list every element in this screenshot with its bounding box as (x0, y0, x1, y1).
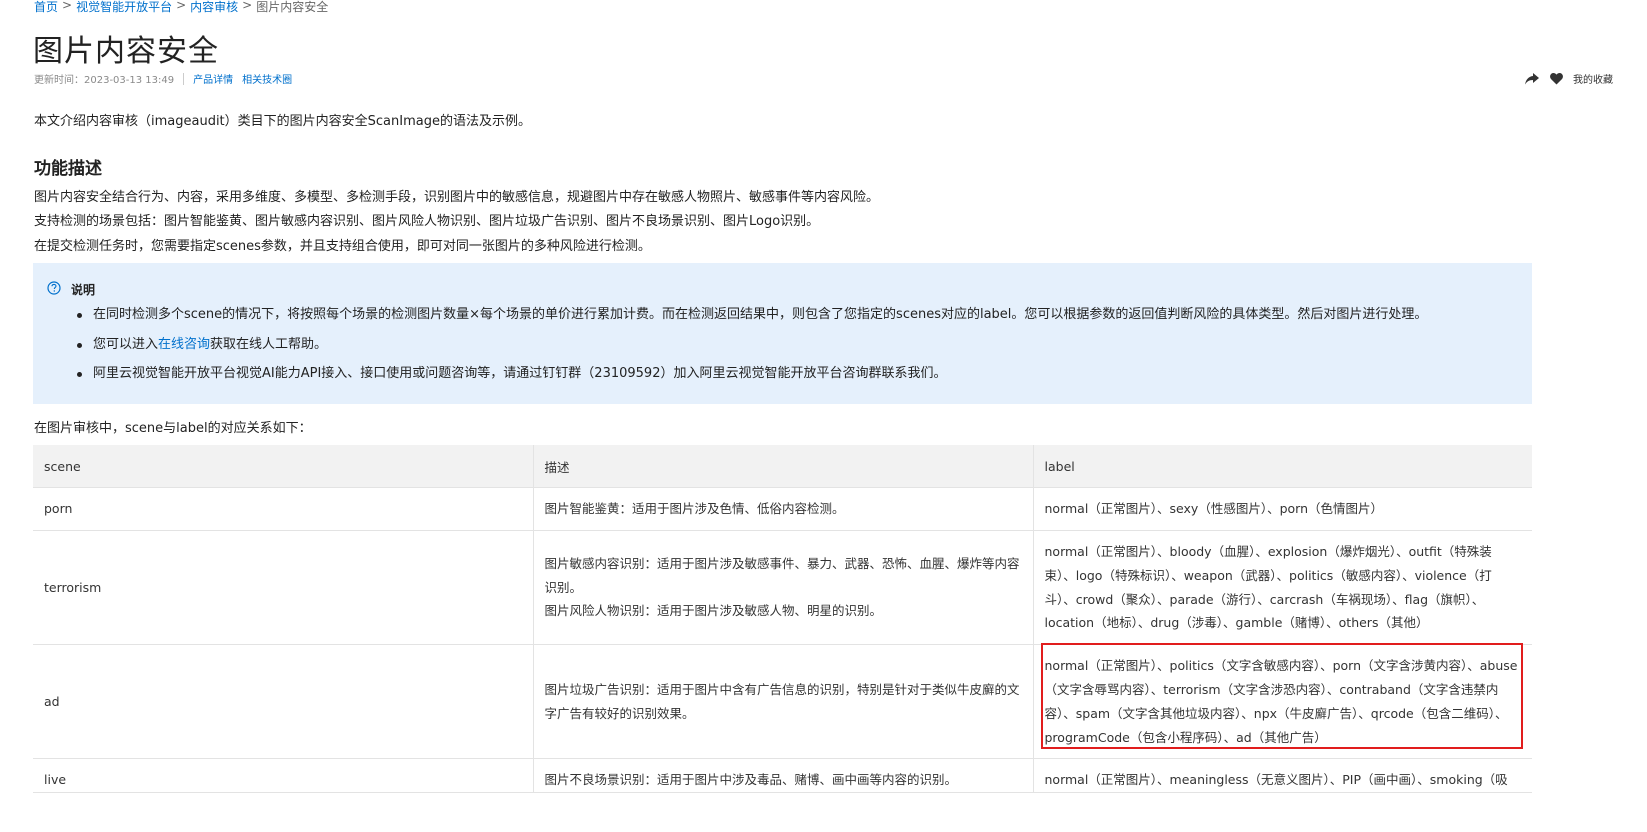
description-text: 图片智能鉴黄：适用于图片涉及色情、低俗内容检测。 (544, 501, 845, 517)
tech-circle-link[interactable]: 相关技术圈 (242, 71, 292, 86)
section-heading: 功能描述 (34, 159, 102, 179)
intro-text: 本文介绍内容审核（imageaudit）类目下的图片内容安全ScanImage的… (34, 114, 531, 129)
help-circle-icon (47, 280, 61, 299)
column-header-scene: scene (33, 445, 533, 488)
page: 首页 > 视觉智能开放平台 > 内容审核 > 图片内容安全 图片内容安全 更新时… (0, 0, 1647, 832)
breadcrumb-separator: > (176, 0, 187, 12)
description-cell: 图片智能鉴黄：适用于图片涉及色情、低俗内容检测。 (532, 487, 1033, 531)
table-row: porn 图片智能鉴黄：适用于图片涉及色情、低俗内容检测。 normal（正常图… (33, 487, 1532, 531)
description-cell: 图片垃圾广告识别：适用于图片中含有广告信息的识别，特别是针对于类似牛皮廯的文字广… (532, 644, 1033, 760)
breadcrumb-separator: > (242, 0, 253, 12)
scene-cell: porn (33, 487, 533, 531)
page-title: 图片内容安全 (33, 34, 219, 69)
heart-icon[interactable] (1549, 72, 1563, 86)
scene-cell: ad (33, 644, 533, 760)
table-header-row: scene 描述 label (33, 445, 1532, 488)
description-text: 图片不良场景识别：适用于图片中涉及毒品、赌博、画中画等内容的识别。 (544, 772, 958, 788)
description-text: 图片垃圾广告识别：适用于图片中含有广告信息的识别，特别是针对于类似牛皮廯的文字广… (544, 681, 1020, 721)
note-item: 您可以进入在线咨询获取在线人工帮助。 (77, 335, 1427, 365)
my-favorites-label[interactable]: 我的收藏 (1573, 71, 1613, 86)
scene-cell: live (33, 758, 533, 794)
breadcrumb-content-audit[interactable]: 内容审核 (190, 0, 238, 15)
note-item-text: 在同时检测多个scene的情况下，将按照每个场景的检测图片数量×每个场景的单价进… (93, 307, 1428, 322)
updated-time: 更新时间：2023-03-13 13:49 (34, 75, 175, 86)
scene-label-table: scene 描述 label porn 图片智能鉴黄：适用于图片涉及色情、低俗内… (33, 445, 1532, 794)
scene-cell: terrorism (33, 530, 533, 646)
description-text: 图片风险人物识别：适用于图片涉及敏感人物、明星的识别。 (544, 603, 883, 619)
product-details-link[interactable]: 产品详情 (193, 71, 233, 86)
meta-divider (183, 72, 185, 85)
table-row: ad 图片垃圾广告识别：适用于图片中含有广告信息的识别，特别是针对于类似牛皮廯的… (33, 644, 1532, 760)
mapping-intro: 在图片审核中，scene与label的对应关系如下： (34, 421, 312, 436)
note-list: 在同时检测多个scene的情况下，将按照每个场景的检测图片数量×每个场景的单价进… (77, 305, 1427, 394)
breadcrumb-platform[interactable]: 视觉智能开放平台 (76, 0, 172, 15)
description-paragraph: 图片内容安全结合行为、内容，采用多维度、多模型、多检测手段，识别图片中的敏感信息… (34, 190, 880, 205)
table-row: live 图片不良场景识别：适用于图片中涉及毒品、赌博、画中画等内容的识别。 n… (33, 758, 1532, 794)
breadcrumb-home[interactable]: 首页 (34, 0, 58, 15)
column-header-label: label (1032, 445, 1532, 488)
label-cell: normal（正常图片）、meaningless（无意义图片）、PIP（画中画）… (1032, 758, 1532, 794)
note-item: 阿里云视觉智能开放平台视觉AI能力API接入、接口使用或问题咨询等，请通过钉钉群… (77, 364, 1427, 394)
column-header-description: 描述 (532, 445, 1033, 488)
note-item: 在同时检测多个scene的情况下，将按照每个场景的检测图片数量×每个场景的单价进… (77, 305, 1427, 335)
share-icon[interactable] (1525, 72, 1539, 86)
breadcrumb-separator: > (62, 0, 73, 12)
label-cell: normal（正常图片）、sexy（性感图片）、porn（色情图片） (1032, 487, 1532, 531)
description-paragraph: 支持检测的场景包括：图片智能鉴黄、图片敏感内容识别、图片风险人物识别、图片垃圾广… (34, 214, 820, 229)
page-meta: 更新时间：2023-03-13 13:49 产品详情 相关技术圈 (34, 71, 301, 86)
breadcrumb: 首页 > 视觉智能开放平台 > 内容审核 > 图片内容安全 (34, 0, 328, 15)
note-title: 说明 (71, 283, 96, 297)
description-text: 图片敏感内容识别：适用于图片涉及敏感事件、暴力、武器、恐怖、血腥、爆炸等内容识别… (544, 555, 1020, 595)
breadcrumb-current: 图片内容安全 (256, 0, 329, 14)
note-item-text: 获取在线人工帮助。 (210, 336, 328, 352)
description-paragraph: 在提交检测任务时，您需要指定scenes参数，并且支持组合使用，即可对同一张图片… (34, 239, 651, 254)
label-cell: normal（正常图片）、politics（文字含敏感内容）、porn（文字含涉… (1032, 644, 1532, 760)
page-actions: 我的收藏 (1525, 71, 1613, 86)
note-item-text: 阿里云视觉智能开放平台视觉AI能力API接入、接口使用或问题咨询等，请通过钉钉群… (93, 366, 947, 381)
description-cell: 图片不良场景识别：适用于图片中涉及毒品、赌博、画中画等内容的识别。 (532, 758, 1033, 794)
online-consult-link[interactable]: 在线咨询 (158, 337, 210, 352)
description-cell: 图片敏感内容识别：适用于图片涉及敏感事件、暴力、武器、恐怖、血腥、爆炸等内容识别… (532, 530, 1033, 646)
note-item-text: 您可以进入 (93, 336, 159, 352)
note-box: 说明 在同时检测多个scene的情况下，将按照每个场景的检测图片数量×每个场景的… (33, 263, 1532, 404)
table-row: terrorism 图片敏感内容识别：适用于图片涉及敏感事件、暴力、武器、恐怖、… (33, 530, 1532, 646)
label-cell: normal（正常图片）、bloody（血腥）、explosion（爆炸烟光）、… (1032, 530, 1532, 646)
note-header: 说明 (47, 280, 95, 299)
